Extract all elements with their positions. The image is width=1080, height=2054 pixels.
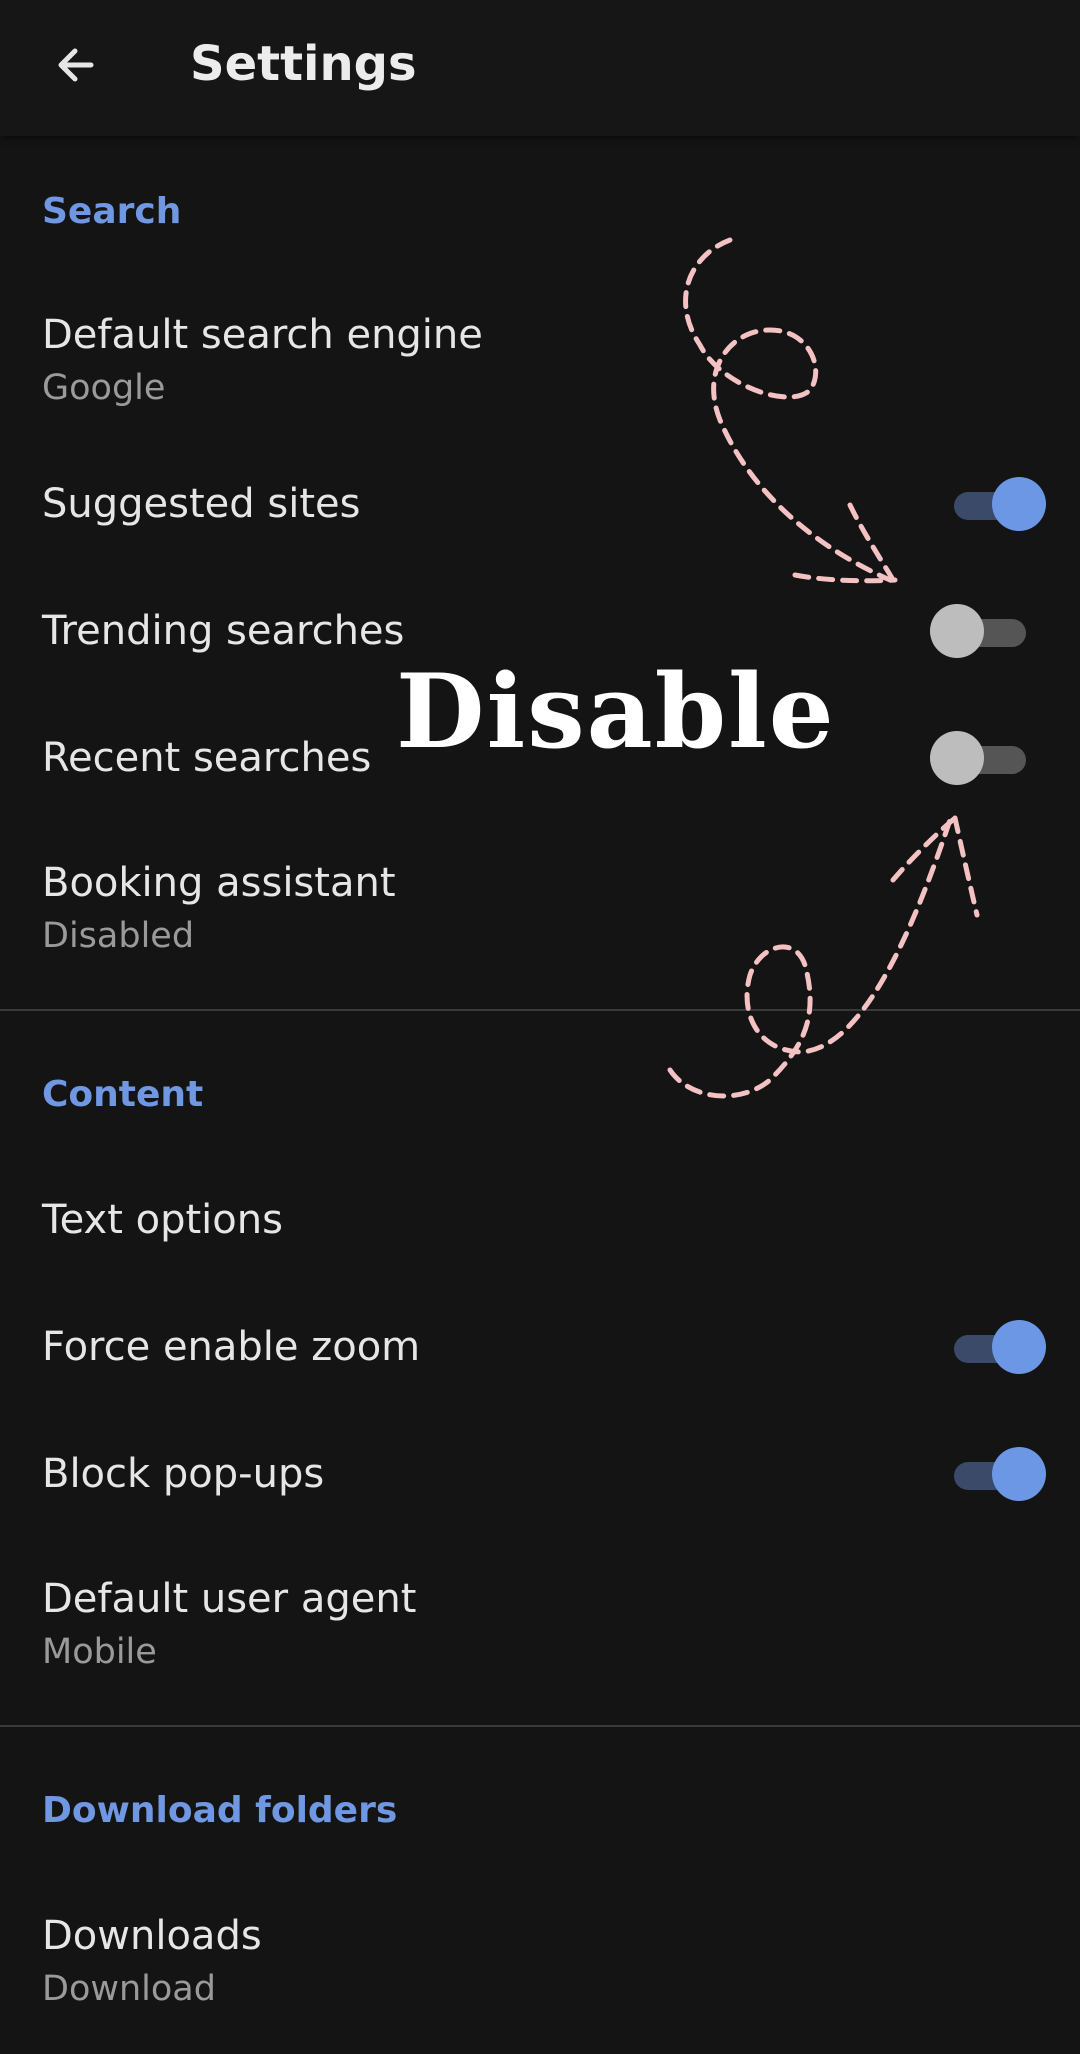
setting-title: Text options xyxy=(42,1197,283,1243)
setting-downloads[interactable]: Downloads Download xyxy=(0,1903,1080,2053)
force-enable-zoom-toggle[interactable] xyxy=(940,1318,1046,1378)
toggle-thumb xyxy=(992,1320,1046,1374)
setting-title: Default search engine xyxy=(42,312,483,358)
setting-block-popups[interactable]: Block pop-ups xyxy=(0,1414,1080,1534)
arrow-left-icon xyxy=(58,48,94,82)
setting-title: Block pop-ups xyxy=(42,1451,325,1497)
setting-title: Downloads xyxy=(42,1913,262,1959)
toggle-thumb xyxy=(992,477,1046,531)
setting-value: Mobile xyxy=(42,1632,157,1672)
page-title: Settings xyxy=(190,36,417,92)
block-popups-toggle[interactable] xyxy=(940,1445,1046,1505)
setting-force-enable-zoom[interactable]: Force enable zoom xyxy=(0,1287,1080,1407)
setting-title: Booking assistant xyxy=(42,860,396,906)
section-divider xyxy=(0,1725,1080,1727)
setting-title: Suggested sites xyxy=(42,481,361,527)
toggle-thumb xyxy=(930,731,984,785)
section-header-download-folders: Download folders xyxy=(42,1790,398,1831)
setting-title: Default user agent xyxy=(42,1576,417,1622)
setting-value: Download xyxy=(42,1969,216,2009)
section-header-search: Search xyxy=(42,191,182,232)
back-button[interactable] xyxy=(34,24,116,106)
app-bar: Settings xyxy=(0,0,1080,136)
setting-title: Force enable zoom xyxy=(42,1324,421,1370)
setting-suggested-sites[interactable]: Suggested sites xyxy=(0,444,1080,564)
setting-value: Google xyxy=(42,368,166,408)
setting-title: Trending searches xyxy=(42,608,405,654)
suggested-sites-toggle[interactable] xyxy=(940,475,1046,535)
toggle-thumb xyxy=(992,1447,1046,1501)
setting-value: Disabled xyxy=(42,916,195,956)
annotation-disable-text: Disable xyxy=(396,652,836,772)
setting-title: Recent searches xyxy=(42,735,372,781)
setting-default-user-agent[interactable]: Default user agent Mobile xyxy=(0,1546,1080,1696)
section-header-content: Content xyxy=(42,1074,204,1115)
setting-booking-assistant[interactable]: Booking assistant Disabled xyxy=(0,830,1080,980)
setting-default-search-engine[interactable]: Default search engine Google xyxy=(0,282,1080,432)
trending-searches-toggle[interactable] xyxy=(930,602,1040,662)
setting-text-options[interactable]: Text options xyxy=(0,1160,1080,1280)
recent-searches-toggle[interactable] xyxy=(930,729,1040,789)
toggle-thumb xyxy=(930,604,984,658)
section-divider xyxy=(0,1009,1080,1011)
